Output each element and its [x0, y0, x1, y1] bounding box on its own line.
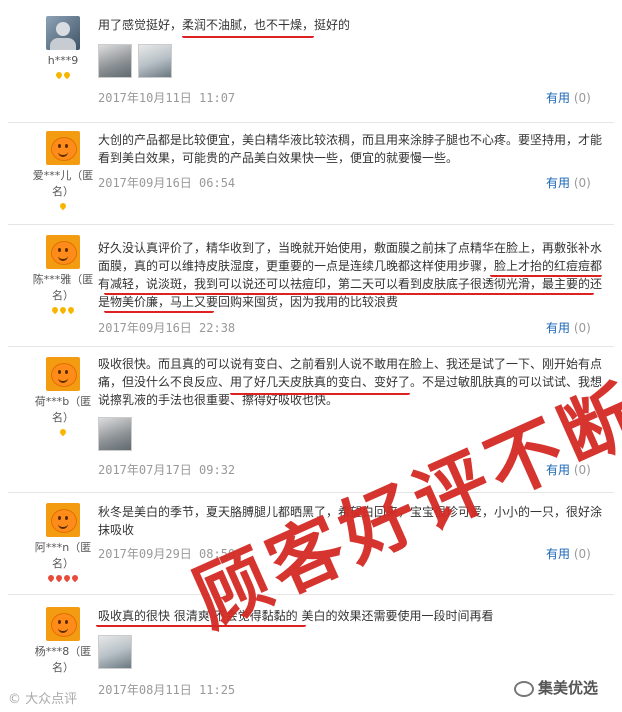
useful-label[interactable]: 有用 [546, 91, 570, 105]
review-image[interactable] [138, 44, 172, 78]
reviewer-name: h***9 [47, 54, 79, 67]
review-text: 大创的产品都是比较便宜，美白精华液比较浓稠，而且用来涂脖子腿也不心疼。要坚持用，… [98, 133, 603, 165]
reviewer-info: h***9 [30, 16, 96, 80]
review-date: 2017年10月11日 11:07 [98, 91, 236, 105]
reviewer-info: 荷***b（匿名） [30, 357, 96, 437]
review-item: 爱***儿（匿名） 大创的产品都是比较便宜，美白精华液比较浓稠，而且用来涂脖子腿… [8, 122, 614, 225]
useful-button[interactable]: 有用 (0) [546, 319, 591, 336]
reviewer-name: 杨***8（匿名） [34, 645, 92, 674]
reviewer-name: 陈***雅（匿名） [32, 273, 94, 302]
review-item: h***9 用了感觉挺好，柔润不油腻，也不干燥，挺好的 2017年10月11日 … [8, 0, 614, 122]
member-level-icon [30, 70, 96, 80]
review-date: 2017年09月16日 06:54 [98, 176, 236, 190]
reviewer-name: 爱***儿（匿名） [32, 169, 94, 198]
useful-count: (0) [573, 547, 591, 561]
review-date: 2017年07月17日 09:32 [98, 463, 236, 477]
review-images[interactable] [98, 635, 138, 669]
reviewer-info: 陈***雅（匿名） [30, 235, 96, 315]
watermark-left: © 大众点评 [8, 692, 78, 707]
watermark-right-label: 集美优选 [538, 679, 599, 697]
member-level-icon [30, 573, 96, 583]
useful-button[interactable]: 有用 (0) [546, 89, 591, 106]
avatar [46, 235, 80, 269]
reviewer-name: 阿***n（匿名） [34, 541, 92, 570]
review-item: 陈***雅（匿名） 好久没认真评价了，精华收到了，当晚就开始使用，敷面膜之前抹了… [8, 224, 614, 347]
review-image[interactable] [98, 635, 132, 669]
avatar [46, 16, 80, 50]
watermark-right: 集美优选 [514, 677, 598, 698]
avatar [46, 607, 80, 641]
useful-label[interactable]: 有用 [546, 176, 570, 190]
reviewer-info: 爱***儿（匿名） [30, 131, 96, 211]
wechat-icon [514, 680, 534, 697]
reviewer-info: 阿***n（匿名） [30, 503, 96, 583]
member-level-icon [30, 305, 96, 315]
avatar [46, 357, 80, 391]
review-images[interactable] [98, 417, 138, 451]
useful-button[interactable]: 有用 (0) [546, 174, 591, 191]
review-image[interactable] [98, 44, 132, 78]
review-image[interactable] [98, 417, 132, 451]
useful-count: (0) [573, 91, 591, 105]
review-text: 用了感觉挺好，柔润不油腻，也不干燥，挺好的 [98, 18, 351, 32]
useful-label[interactable]: 有用 [546, 547, 570, 561]
avatar [46, 503, 80, 537]
reviewer-info: 杨***8（匿名） [30, 607, 96, 676]
member-level-icon [30, 427, 96, 437]
useful-label[interactable]: 有用 [546, 321, 570, 335]
review-date: 2017年08月11日 11:25 [98, 683, 236, 697]
useful-button[interactable]: 有用 (0) [546, 545, 591, 562]
review-date: 2017年09月16日 22:38 [98, 321, 236, 335]
reviewer-name: 荷***b（匿名） [34, 395, 92, 424]
member-level-icon [30, 201, 96, 211]
review-images[interactable] [98, 44, 178, 78]
avatar [46, 131, 80, 165]
useful-count: (0) [573, 321, 591, 335]
useful-count: (0) [573, 176, 591, 190]
